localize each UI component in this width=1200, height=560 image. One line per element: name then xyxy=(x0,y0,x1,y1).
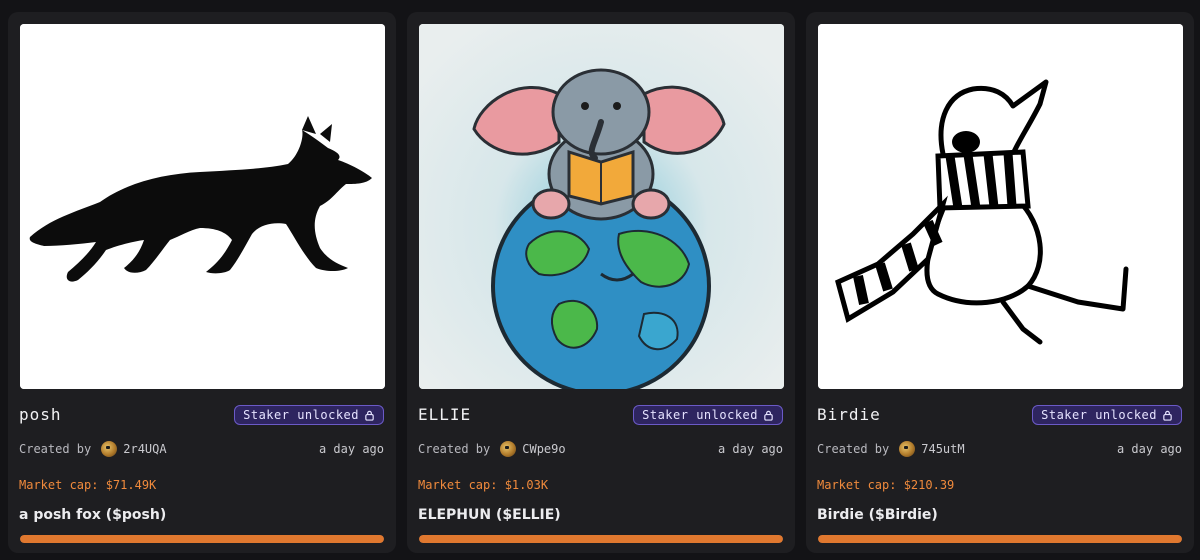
token-image[interactable] xyxy=(20,24,385,389)
fox-image xyxy=(20,24,385,389)
staker-unlocked-badge: Staker unlocked xyxy=(1032,405,1182,425)
market-cap: Market cap: $1.03K xyxy=(418,478,549,492)
token-image[interactable] xyxy=(419,24,784,389)
creator-avatar[interactable] xyxy=(500,441,517,457)
progress-fill xyxy=(419,535,783,543)
bonding-progress-bar xyxy=(419,535,783,543)
bonding-progress-bar xyxy=(20,535,384,543)
token-ticker: Birdie ($Birdie) xyxy=(817,507,938,523)
creator-avatar[interactable] xyxy=(101,441,118,457)
badge-label: Staker unlocked xyxy=(642,408,758,422)
creator-id[interactable]: 2r4UQA xyxy=(123,442,166,456)
badge-label: Staker unlocked xyxy=(243,408,359,422)
created-time: a day ago xyxy=(1116,442,1182,456)
badge-label: Staker unlocked xyxy=(1041,408,1157,422)
token-ticker: a posh fox ($posh) xyxy=(19,507,167,523)
created-by-label: Created by xyxy=(817,442,890,456)
token-card-grid: posh Staker unlocked Created by 2r4UQA a… xyxy=(0,0,1200,560)
staker-unlocked-badge: Staker unlocked xyxy=(633,405,783,425)
creator-row: Created by 2r4UQA a day ago xyxy=(19,440,384,458)
token-name: Birdie xyxy=(817,405,881,424)
bird-image xyxy=(818,24,1183,389)
token-name: posh xyxy=(19,405,62,424)
market-cap: Market cap: $71.49K xyxy=(19,478,157,492)
creator-id[interactable]: 745utM xyxy=(921,442,964,456)
token-name: ELLIE xyxy=(418,405,472,424)
lock-icon xyxy=(365,410,374,421)
creator-row: Created by CWpe9o a day ago xyxy=(418,440,783,458)
bonding-progress-bar xyxy=(818,535,1182,543)
staker-unlocked-badge: Staker unlocked xyxy=(234,405,384,425)
progress-fill xyxy=(818,535,1182,543)
lock-icon xyxy=(764,410,773,421)
token-image[interactable] xyxy=(818,24,1183,389)
created-by-label: Created by xyxy=(418,442,491,456)
creator-id[interactable]: CWpe9o xyxy=(522,442,565,456)
token-card-birdie[interactable]: Birdie Staker unlocked Created by 745utM… xyxy=(806,12,1194,553)
created-by-label: Created by xyxy=(19,442,92,456)
creator-avatar[interactable] xyxy=(899,441,916,457)
token-ticker: ELEPHUN ($ELLIE) xyxy=(418,507,561,523)
progress-fill xyxy=(20,535,384,543)
market-cap: Market cap: $210.39 xyxy=(817,478,955,492)
created-time: a day ago xyxy=(717,442,783,456)
created-time: a day ago xyxy=(318,442,384,456)
lock-icon xyxy=(1163,410,1172,421)
elephant-globe-image xyxy=(419,24,784,389)
token-card-posh[interactable]: posh Staker unlocked Created by 2r4UQA a… xyxy=(8,12,396,553)
token-card-ellie[interactable]: ELLIE Staker unlocked Created by CWpe9o … xyxy=(407,12,795,553)
creator-row: Created by 745utM a day ago xyxy=(817,440,1182,458)
